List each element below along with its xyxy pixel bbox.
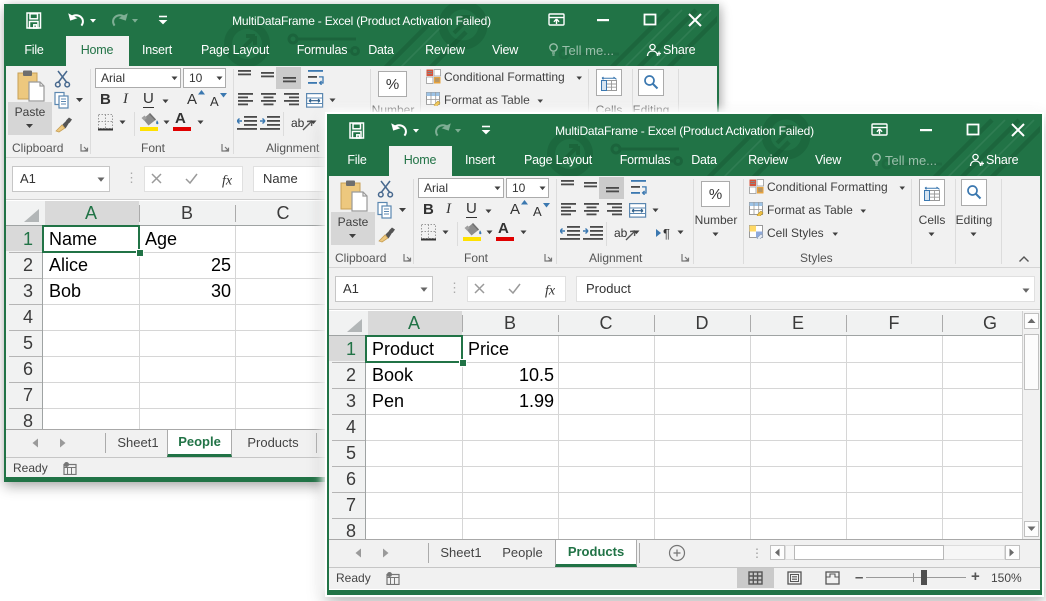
- svg-text:fx: fx: [222, 174, 233, 189]
- svg-text:¶: ¶: [663, 226, 670, 240]
- svg-text:ab: ab: [614, 226, 628, 240]
- svg-text:ab: ab: [291, 116, 305, 130]
- svg-text:fx: fx: [545, 284, 556, 299]
